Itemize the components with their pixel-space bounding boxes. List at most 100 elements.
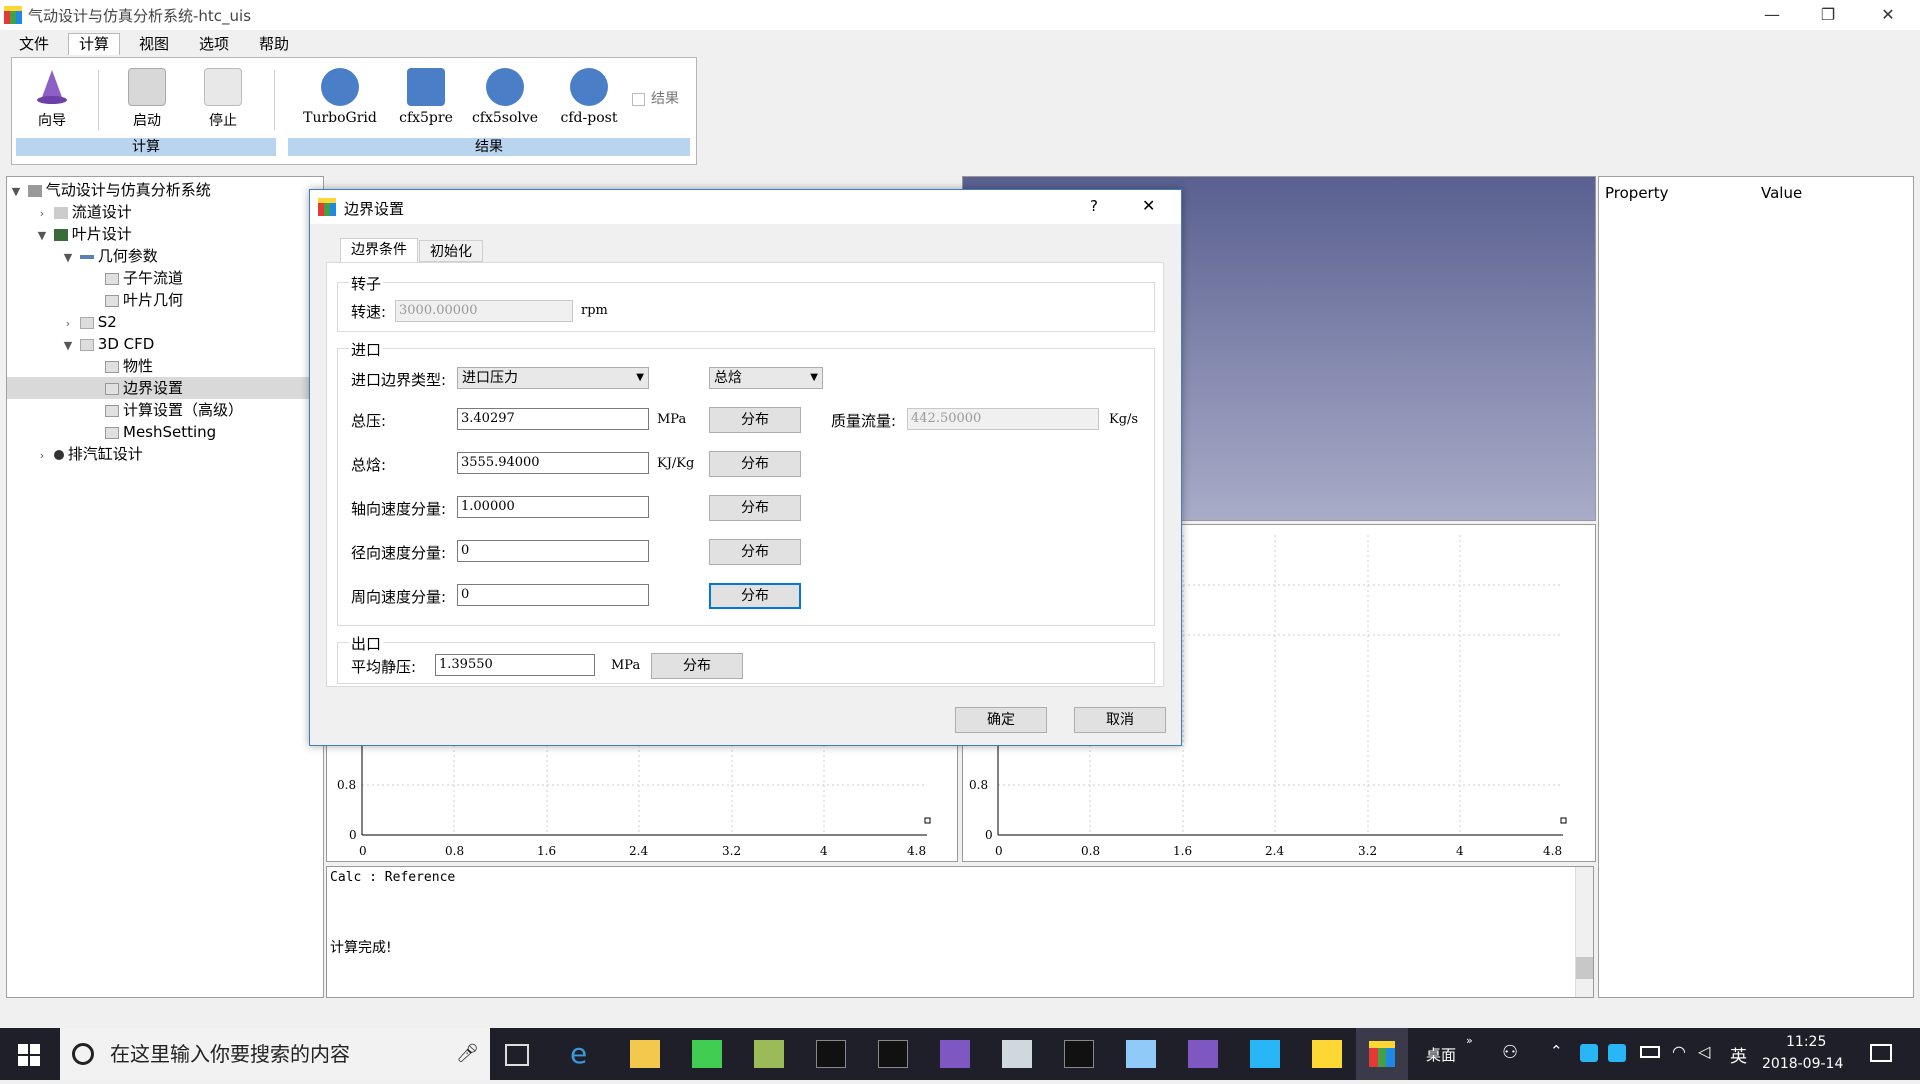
circumferential-velocity-label: 周向速度分量: xyxy=(351,588,447,606)
cfdpost-button[interactable]: cfd-post xyxy=(552,68,626,134)
minimize-button[interactable]: — xyxy=(1744,0,1800,30)
x-tick: 2.4 xyxy=(1265,844,1284,858)
restore-button[interactable]: ❐ xyxy=(1800,0,1856,30)
axial-velocity-dist-button[interactable]: 分布 xyxy=(709,495,801,521)
terminal-icon[interactable] xyxy=(1064,1040,1094,1068)
app-icon xyxy=(4,6,22,24)
help-button[interactable]: ? xyxy=(1090,197,1098,215)
file-explorer-icon[interactable] xyxy=(630,1040,660,1068)
cfx5pre-icon xyxy=(407,68,445,106)
outlet-pressure-field[interactable]: 1.39550 xyxy=(435,654,595,676)
tray-app-icon[interactable] xyxy=(1580,1044,1598,1062)
tree-item-calcadv[interactable]: 计算设置（高级） xyxy=(7,399,323,421)
battery-icon[interactable] xyxy=(1640,1046,1660,1058)
windows-start-icon[interactable] xyxy=(18,1044,40,1070)
ok-button[interactable]: 确定 xyxy=(955,707,1047,733)
wifi-icon[interactable]: ◠ xyxy=(1672,1042,1686,1061)
result-checkbox[interactable]: 结果 xyxy=(632,88,679,108)
tree-item-boundary[interactable]: 边界设置 xyxy=(7,377,323,399)
tree-item-props[interactable]: 物性 xyxy=(7,355,323,377)
chevron-down-icon[interactable]: ▼ xyxy=(61,335,75,357)
terminal-icon[interactable] xyxy=(878,1040,908,1068)
tree-item-meridional[interactable]: 子午流道 xyxy=(7,267,323,289)
radial-velocity-field[interactable]: 0 xyxy=(457,540,649,562)
tree-item-blade[interactable]: ▼ 叶片设计 xyxy=(7,223,323,245)
clock-date[interactable]: 2018-09-14 xyxy=(1762,1056,1843,1072)
menu-file[interactable]: 文件 xyxy=(8,33,60,55)
x-tick: 1.6 xyxy=(1173,844,1192,858)
tree-item-flow[interactable]: › 流道设计 xyxy=(7,201,323,223)
edge-icon[interactable]: e xyxy=(570,1040,600,1068)
outlet-pressure-dist-button[interactable]: 分布 xyxy=(651,653,743,679)
taskbar-item-active-app[interactable] xyxy=(1356,1028,1408,1080)
menu-help[interactable]: 帮助 xyxy=(248,33,300,55)
chevron-right-icon[interactable]: » xyxy=(1466,1034,1473,1047)
menu-options[interactable]: 选项 xyxy=(188,33,240,55)
tree-item-s2[interactable]: › S2 xyxy=(7,311,323,333)
tree-item-root[interactable]: ▼ 气动设计与仿真分析系统 xyxy=(7,179,323,201)
paint-icon[interactable] xyxy=(754,1040,784,1068)
speed-field[interactable]: 3000.00000 xyxy=(395,300,573,322)
chevron-right-icon[interactable]: › xyxy=(35,445,49,467)
tree-item-mesh[interactable]: MeshSetting xyxy=(7,421,323,443)
dialog-close-button[interactable]: ✕ xyxy=(1142,196,1155,215)
menu-view[interactable]: 视图 xyxy=(128,33,180,55)
people-icon[interactable]: ⚇ xyxy=(1502,1042,1518,1063)
tab-boundary-conditions[interactable]: 边界条件 xyxy=(340,238,418,262)
total-pressure-field[interactable]: 3.40297 xyxy=(457,408,649,430)
start-button[interactable]: 启动 xyxy=(116,68,178,134)
tree-item-3dcfd[interactable]: ▼ 3D CFD xyxy=(7,333,323,355)
tree-item-exhaust[interactable]: › 排汽缸设计 xyxy=(7,443,323,465)
tree-item-bladegeom[interactable]: 叶片几何 xyxy=(7,289,323,311)
cfx5solve-button[interactable]: cfx5solve xyxy=(465,68,545,134)
terminal-icon[interactable] xyxy=(816,1040,846,1068)
total-enthalpy-field[interactable]: 3555.94000 xyxy=(457,452,649,474)
visual-studio-icon[interactable] xyxy=(1188,1040,1218,1068)
circumferential-velocity-field[interactable]: 0 xyxy=(457,584,649,606)
inlet-type-label: 进口边界类型: xyxy=(351,371,447,389)
wps-writer-icon[interactable] xyxy=(1250,1040,1280,1068)
chevron-right-icon[interactable]: › xyxy=(35,203,49,225)
cfx5pre-button[interactable]: cfx5pre xyxy=(391,68,461,134)
scrollbar-thumb[interactable] xyxy=(1576,957,1593,979)
console-scrollbar[interactable] xyxy=(1575,867,1593,997)
notebook-icon[interactable] xyxy=(1126,1040,1156,1068)
microphone-icon[interactable]: 🎤︎ xyxy=(456,1028,479,1080)
circumferential-velocity-dist-button[interactable]: 分布 xyxy=(709,583,801,609)
total-enthalpy-dist-button[interactable]: 分布 xyxy=(709,451,801,477)
chevron-up-icon[interactable]: ⌃ xyxy=(1550,1042,1563,1060)
turbogrid-button[interactable]: TurboGrid xyxy=(300,68,380,134)
qt-creator-icon[interactable] xyxy=(692,1040,722,1068)
network-tool-icon[interactable] xyxy=(1002,1040,1032,1068)
inlet-type-select[interactable]: 进口压力 ▼ xyxy=(457,367,649,389)
chevron-down-icon[interactable]: ▼ xyxy=(9,181,23,203)
axial-velocity-field[interactable]: 1.00000 xyxy=(457,496,649,518)
output-console[interactable]: Calc : Reference 计算完成! xyxy=(326,866,1594,998)
tray-app-icon[interactable] xyxy=(1608,1044,1626,1062)
notification-icon[interactable] xyxy=(1870,1044,1892,1062)
checkbox-box[interactable] xyxy=(632,92,645,106)
total-pressure-dist-button[interactable]: 分布 xyxy=(709,407,801,433)
volume-icon[interactable]: ◁ xyxy=(1698,1042,1710,1061)
python-icon[interactable] xyxy=(1312,1040,1342,1068)
chevron-down-icon[interactable]: ▼ xyxy=(35,225,49,247)
wizard-button[interactable]: 向导 xyxy=(21,68,83,134)
menu-calc[interactable]: 计算 xyxy=(68,33,121,55)
clock-time[interactable]: 11:25 xyxy=(1786,1034,1826,1050)
cancel-button[interactable]: 取消 xyxy=(1074,707,1166,733)
radial-velocity-dist-button[interactable]: 分布 xyxy=(709,539,801,565)
visual-studio-icon[interactable] xyxy=(940,1040,970,1068)
chevron-down-icon[interactable]: ▼ xyxy=(61,247,75,269)
inlet-mode-select[interactable]: 总焓 ▼ xyxy=(709,367,823,389)
stop-button[interactable]: 停止 xyxy=(192,68,254,134)
x-tick: 4.8 xyxy=(907,844,926,858)
task-view-icon[interactable] xyxy=(505,1044,529,1066)
ime-indicator[interactable]: 英 xyxy=(1730,1042,1747,1067)
chevron-right-icon[interactable]: › xyxy=(61,313,75,335)
tree-item-geom[interactable]: ▼ 几何参数 xyxy=(7,245,323,267)
tab-initialization[interactable]: 初始化 xyxy=(419,240,483,262)
taskbar-search[interactable]: 在这里输入你要搜索的内容 🎤︎ xyxy=(60,1028,490,1080)
desktop-toolbar[interactable]: 桌面 xyxy=(1426,1044,1456,1065)
mass-flow-field[interactable]: 442.50000 xyxy=(907,408,1099,430)
close-window-button[interactable]: ✕ xyxy=(1860,0,1916,30)
